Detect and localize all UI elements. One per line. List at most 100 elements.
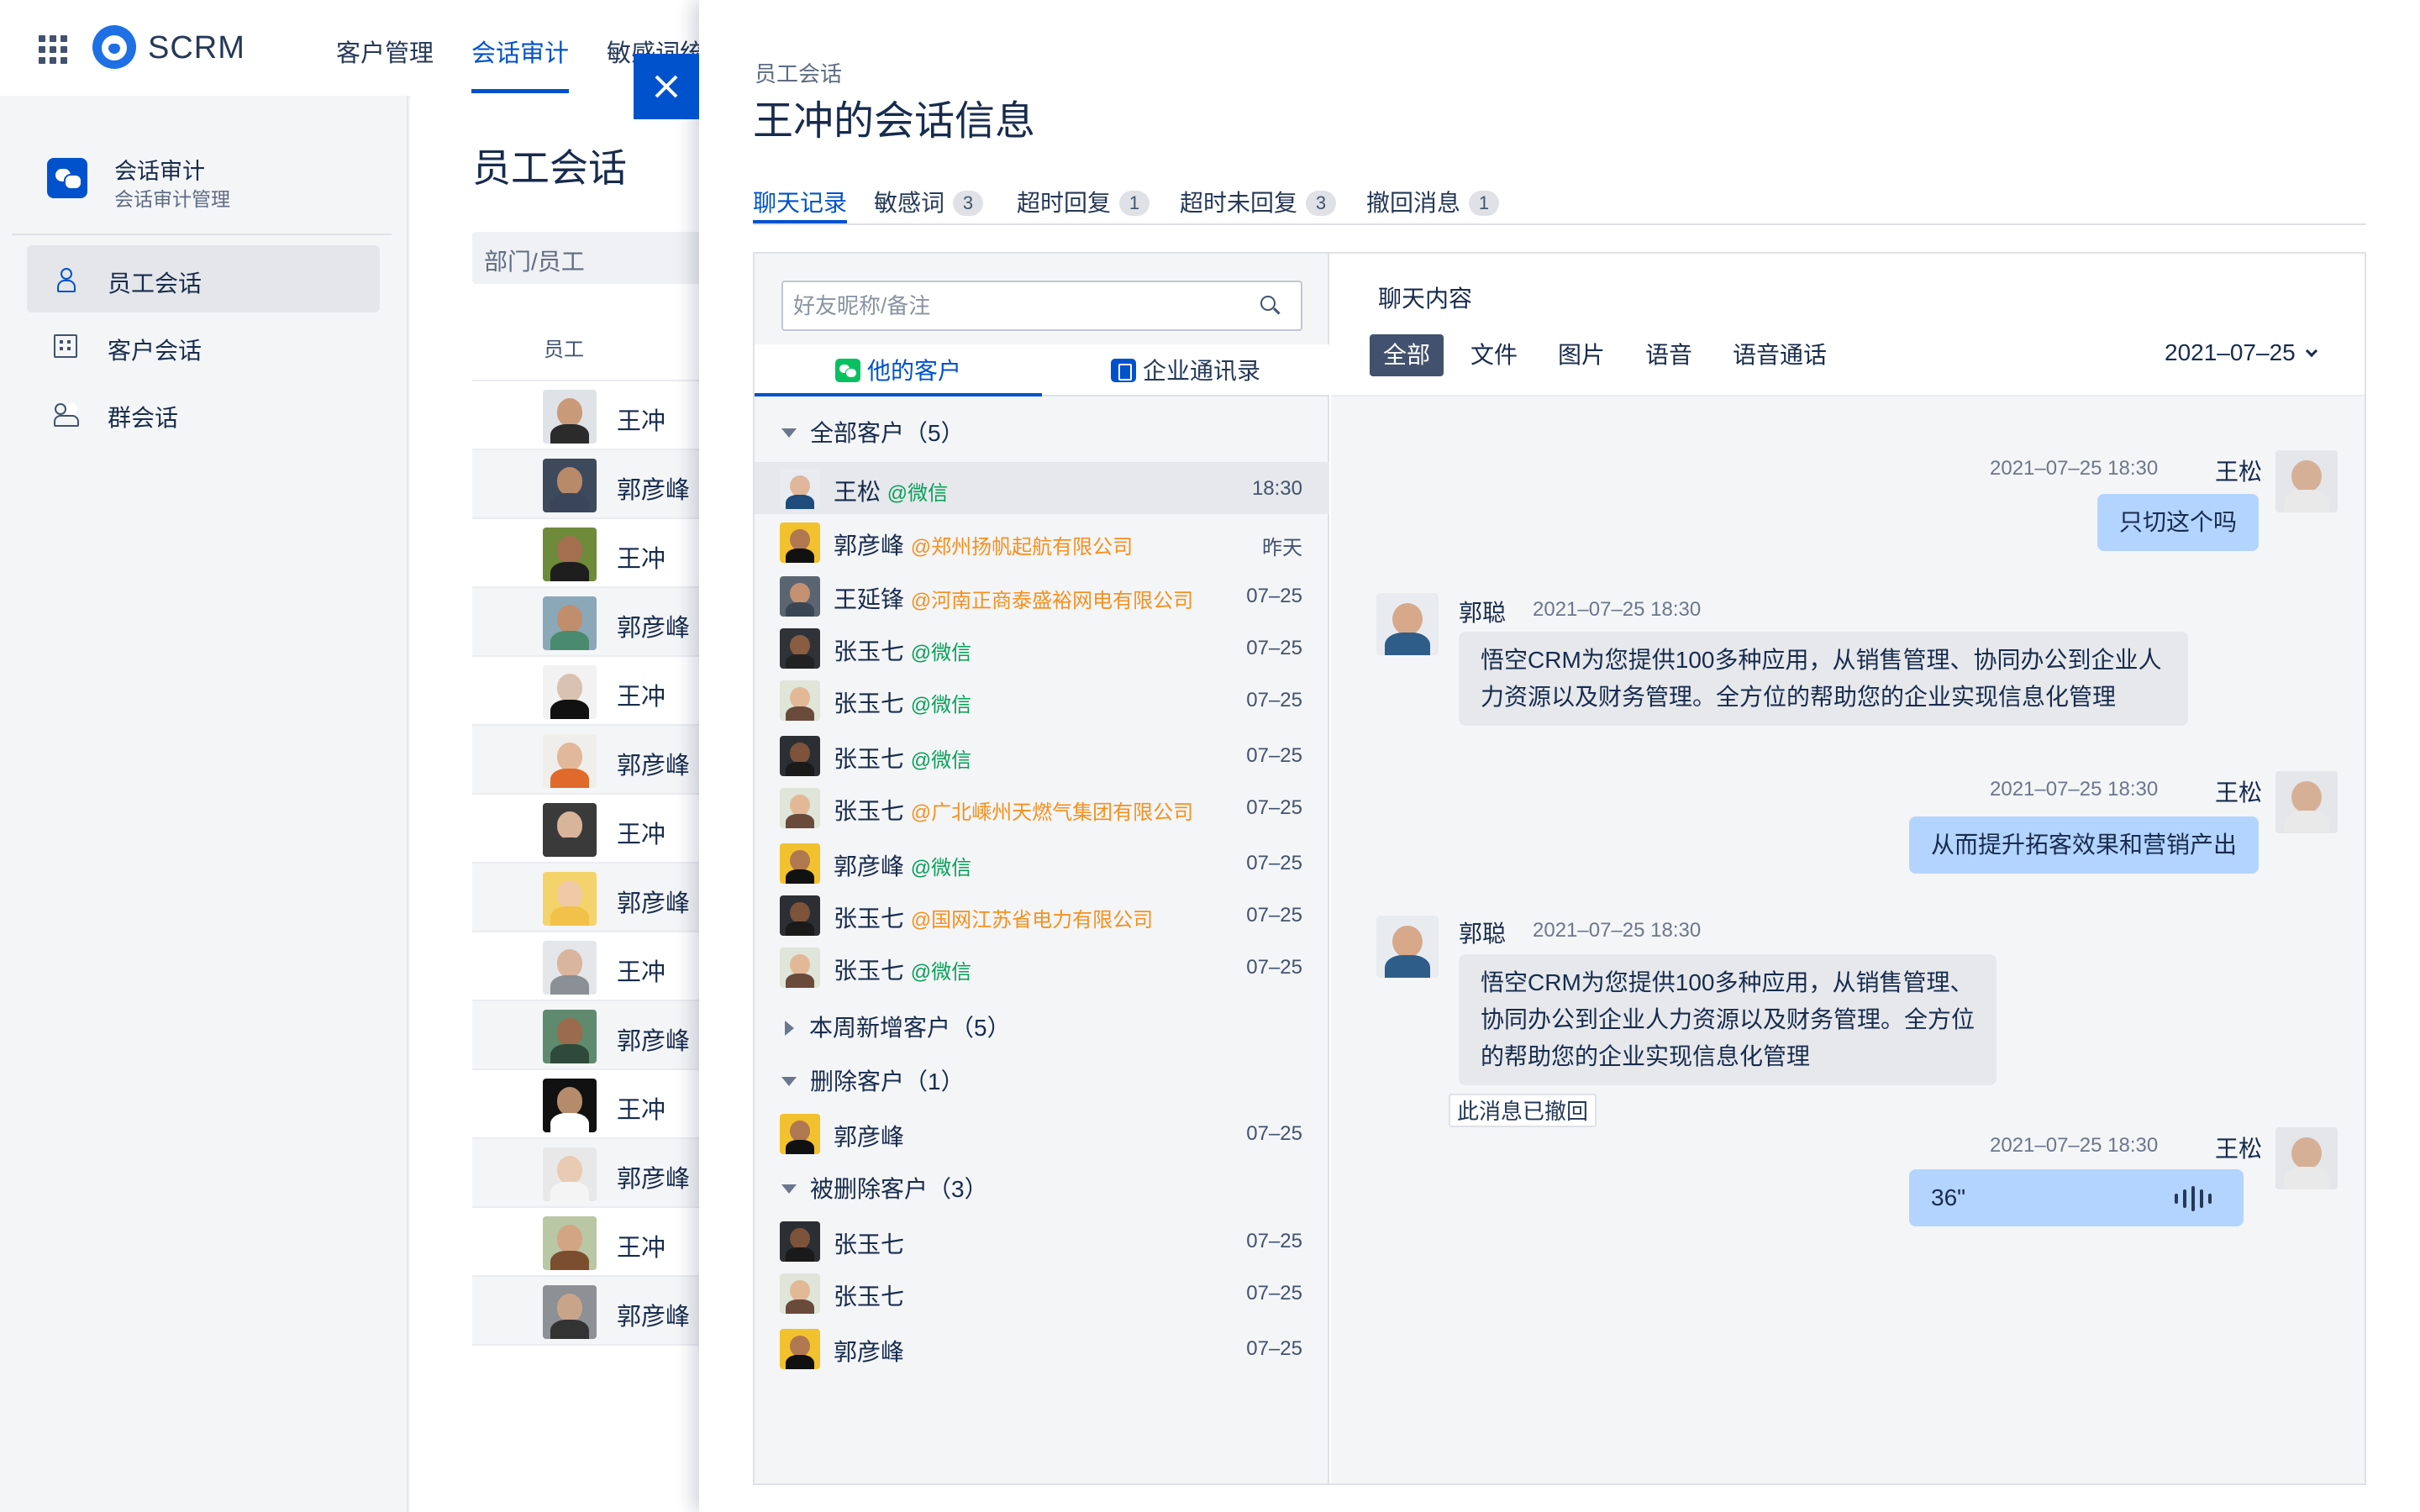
contact-row[interactable]: 张玉七 07–25 [755, 1267, 1329, 1319]
table-row[interactable]: 王冲 [472, 793, 724, 862]
contact-row[interactable]: 郭彦峰 07–25 [755, 1107, 1329, 1159]
avatar [780, 522, 820, 563]
message-bubble: 只切这个吗 [2097, 494, 2260, 551]
sidebar-divider [12, 234, 392, 235]
table-row[interactable]: 郭彦峰 [472, 1275, 724, 1344]
message-timestamp: 2021–07–25 18:30 [1990, 457, 2159, 480]
contact-row[interactable]: 王松 @微信 18:30 [755, 462, 1329, 514]
sidebar: 会话审计 会话审计管理 员工会话 客户会话 群会话 [0, 96, 408, 1512]
table-row[interactable]: 郭彦峰 [472, 1137, 724, 1206]
group-label: 全部客户（5） [810, 420, 965, 446]
filter-files[interactable]: 文件 [1457, 334, 1531, 376]
contact-row[interactable]: 王延锋 @河南正商泰盛裕网电有限公司 07–25 [755, 570, 1329, 622]
scrm-logo-icon [92, 25, 136, 69]
filter-all[interactable]: 全部 [1370, 334, 1444, 376]
filter-images[interactable]: 图片 [1544, 334, 1618, 376]
contact-name: 郭彦峰 [834, 1124, 905, 1150]
group-new-this-week[interactable]: 本周新增客户（5） [781, 1010, 1011, 1043]
message-timestamp: 2021–07–25 18:30 [1533, 598, 1702, 621]
avatar [543, 1216, 597, 1270]
avatar [543, 528, 597, 581]
table-bottom-border [472, 1344, 724, 1346]
employee-name: 王冲 [617, 959, 666, 986]
contact-time: 07–25 [1246, 956, 1302, 979]
search-input[interactable] [793, 289, 1247, 323]
contact-time: 07–25 [1246, 744, 1302, 767]
contact-name: 郭彦峰 @郑州扬帆起航有限公司 [834, 533, 1134, 559]
filter-voice-call[interactable]: 语音通话 [1719, 334, 1840, 376]
table-row[interactable]: 郭彦峰 [472, 724, 724, 793]
wechat-icon [835, 359, 860, 382]
group-deleted-customers[interactable]: 删除客户（1） [781, 1063, 965, 1097]
contact-row[interactable]: 张玉七 @微信 07–25 [755, 674, 1329, 726]
search-icon[interactable] [1260, 296, 1281, 316]
table-row[interactable]: 王冲 [472, 1068, 724, 1137]
close-drawer-button[interactable] [634, 54, 699, 119]
contact-name: 张玉七 @微信 [834, 958, 972, 984]
app-grid-icon[interactable] [39, 35, 67, 64]
breadcrumb[interactable]: 员工会话 [755, 57, 842, 88]
date-picker[interactable]: 2021–07–25 [2165, 339, 2317, 366]
table-row[interactable]: 郭彦峰 [472, 586, 724, 655]
employee-name: 王冲 [617, 684, 666, 711]
group-all-customers[interactable]: 全部客户（5） [781, 415, 965, 449]
tab-timeout-no-reply[interactable]: 超时未回复 3 [1180, 185, 1337, 218]
tab-label: 超时回复 [1017, 190, 1112, 216]
nav-customer-management[interactable]: 客户管理 [336, 34, 434, 69]
contact-row[interactable]: 郭彦峰 @郑州扬帆起航有限公司 昨天 [755, 516, 1329, 568]
sender-name: 郭聪 [1459, 600, 1507, 626]
tab-recalled-messages[interactable]: 撤回消息 1 [1366, 185, 1500, 218]
avatar [543, 1285, 597, 1339]
search-field[interactable] [781, 281, 1302, 331]
department-employee-filter[interactable]: 部门/员工 [472, 232, 724, 284]
count-badge: 1 [1469, 191, 1500, 216]
table-row[interactable]: 郭彦峰 [472, 862, 724, 931]
tab-sensitive-words[interactable]: 敏感词 3 [874, 185, 984, 218]
tab-label: 超时未回复 [1180, 190, 1298, 216]
avatar [780, 680, 820, 721]
contact-row[interactable]: 张玉七 @微信 07–25 [755, 941, 1329, 993]
tab-his-customers[interactable]: 他的客户 [835, 353, 961, 386]
contact-name: 张玉七 @微信 [834, 690, 972, 717]
sidebar-item-customer-sessions[interactable]: 客户会话 [27, 312, 380, 380]
table-row[interactable]: 王冲 [472, 655, 724, 724]
tab-enterprise-directory[interactable]: 企业通讯录 [1111, 353, 1260, 386]
contact-row[interactable]: 郭彦峰 @微信 07–25 [755, 837, 1329, 889]
table-row[interactable]: 王冲 [472, 1206, 724, 1275]
avatar [780, 1273, 820, 1314]
table-row[interactable]: 王冲 [472, 517, 724, 586]
contact-row[interactable]: 张玉七 @国网江苏省电力有限公司 07–25 [755, 889, 1329, 941]
contact-time: 07–25 [1246, 1337, 1302, 1360]
contact-row[interactable]: 张玉七 @微信 07–25 [755, 729, 1329, 781]
sidebar-item-employee-sessions[interactable]: 员工会话 [27, 245, 380, 312]
contact-row[interactable]: 张玉七 @广北嵊州天燃气集团有限公司 07–25 [755, 781, 1329, 833]
nav-session-audit[interactable]: 会话审计 [471, 34, 569, 69]
table-row[interactable]: 王冲 [472, 380, 724, 449]
tab-timeout-reply[interactable]: 超时回复 1 [1017, 185, 1150, 218]
tab-chat-records[interactable]: 聊天记录 [753, 185, 847, 218]
avatar [1376, 916, 1439, 978]
employee-name: 郭彦峰 [617, 477, 691, 504]
caret-down-icon [781, 1184, 797, 1194]
filter-voice[interactable]: 语音 [1632, 334, 1706, 376]
contact-row[interactable]: 张玉七 @微信 07–25 [755, 622, 1329, 674]
count-badge: 3 [953, 191, 984, 216]
sender-name: 王松 [2215, 459, 2263, 485]
table-row[interactable]: 王冲 [472, 931, 724, 1000]
chat-content-title: 聊天内容 [1378, 286, 1473, 312]
table-row[interactable]: 郭彦峰 [472, 449, 724, 517]
contact-name: 张玉七 [834, 1231, 905, 1257]
contact-tabs: 他的客户 企业通讯录 [755, 344, 1329, 396]
contact-row[interactable]: 张玉七 07–25 [755, 1215, 1329, 1267]
employee-name: 郭彦峰 [617, 753, 691, 780]
message-bubble: 从而提升拓客效果和营销产出 [1909, 816, 2260, 874]
tab-label: 他的客户 [867, 358, 962, 384]
caret-down-icon [781, 428, 797, 438]
contact-time: 昨天 [1262, 537, 1302, 559]
contact-time: 07–25 [1246, 1282, 1302, 1305]
contact-row[interactable]: 郭彦峰 07–25 [755, 1322, 1329, 1374]
group-deleted-by-customers[interactable]: 被删除客户（3） [781, 1171, 988, 1205]
sidebar-item-group-sessions[interactable]: 群会话 [27, 380, 380, 447]
table-row[interactable]: 郭彦峰 [472, 1000, 724, 1068]
avatar [780, 1329, 820, 1369]
